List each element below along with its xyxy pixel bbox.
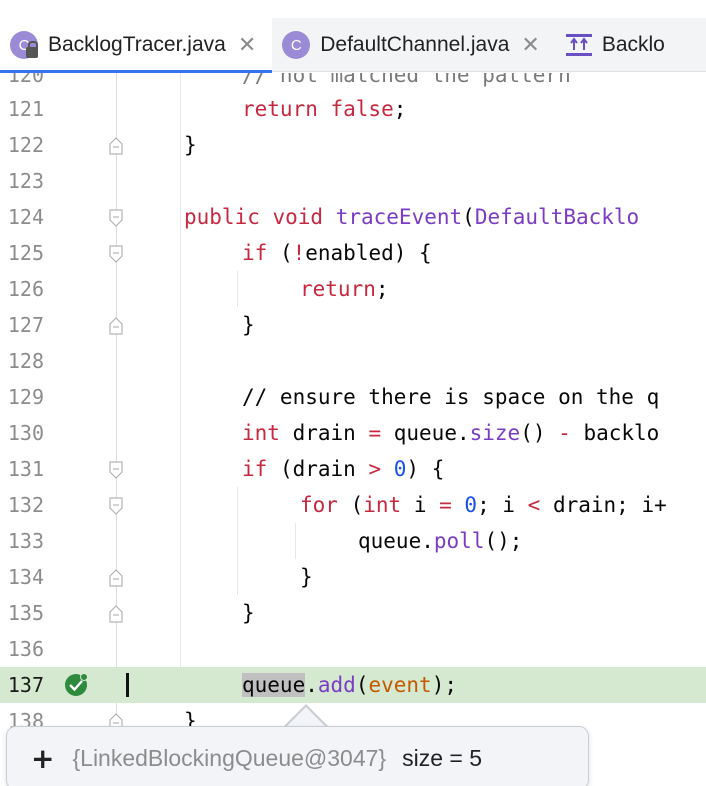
line-number: 122 — [7, 133, 44, 157]
code-comment: // ensure there is space on the q — [242, 385, 660, 409]
tab-label: DefaultChannel.java — [320, 33, 510, 56]
code-text: if (drain > 0) { — [242, 457, 445, 481]
code-text: return; — [300, 277, 389, 301]
current-execution-line[interactable]: 137 queue.add(event); — [0, 667, 706, 703]
fold-end-icon[interactable] — [108, 317, 124, 335]
code-line[interactable]: 136 — [0, 631, 706, 667]
code-line[interactable]: 132 for (int i = 0; i < drain; i+ — [0, 487, 706, 523]
tab-label: Backlo — [601, 33, 665, 56]
tab-label: BacklogTracer.java — [48, 33, 226, 56]
code-line[interactable]: 129 // ensure there is space on the q — [0, 379, 706, 415]
code-line[interactable]: 135 } — [0, 595, 706, 631]
fold-end-icon[interactable] — [108, 569, 124, 587]
debug-value-popup[interactable]: + {LinkedBlockingQueue@3047} size = 5 — [6, 726, 589, 786]
code-text: } — [300, 565, 313, 589]
line-number: 132 — [7, 493, 44, 517]
text-caret — [126, 673, 129, 697]
tab-backlog-structure[interactable]: Backlo — [556, 18, 681, 72]
fold-start-icon[interactable] — [108, 461, 124, 479]
lock-icon — [26, 41, 38, 58]
code-text: return false; — [242, 97, 407, 121]
tab-default-channel[interactable]: C DefaultChannel.java ✕ — [272, 18, 556, 72]
code-line[interactable]: 134 } — [0, 559, 706, 595]
code-line[interactable]: 131 if (drain > 0) { — [0, 451, 706, 487]
line-number: 127 — [7, 313, 44, 337]
code-line[interactable]: 121 return false; — [0, 91, 706, 127]
line-number: 120 — [7, 73, 44, 87]
code-line[interactable]: 125 if (!enabled) { — [0, 235, 706, 271]
line-number: 134 — [7, 565, 44, 589]
fold-start-icon[interactable] — [108, 245, 124, 263]
code-line[interactable]: 120 // not matched the pattern — [0, 73, 706, 93]
code-line[interactable]: 122 } — [0, 127, 706, 163]
code-line[interactable]: 126 return; — [0, 271, 706, 307]
line-number: 129 — [7, 385, 44, 409]
code-text: public void traceEvent(DefaultBacklo — [184, 205, 640, 229]
object-id: {LinkedBlockingQueue@3047} — [72, 744, 387, 771]
java-class-icon: C — [10, 31, 38, 59]
line-number: 126 — [7, 277, 44, 301]
structure-icon — [565, 32, 592, 58]
line-number: 137 — [7, 673, 44, 697]
fold-start-icon[interactable] — [108, 209, 124, 227]
code-text: } — [242, 601, 255, 625]
code-line[interactable]: 124 public void traceEvent(DefaultBacklo — [0, 199, 706, 235]
line-number: 125 — [7, 241, 44, 265]
code-line[interactable]: 123 — [0, 163, 706, 199]
fold-end-icon[interactable] — [108, 137, 124, 155]
line-number: 123 — [7, 169, 44, 193]
collection-size: size = 5 — [402, 744, 483, 771]
line-number: 128 — [7, 349, 44, 373]
line-number: 136 — [7, 637, 44, 661]
line-number: 121 — [7, 97, 44, 121]
close-icon[interactable]: ✕ — [238, 33, 256, 58]
line-number: 131 — [7, 457, 44, 481]
fold-start-icon[interactable] — [108, 497, 124, 515]
code-line[interactable]: 133 queue.poll(); — [0, 523, 706, 559]
editor-tab-bar: C BacklogTracer.java ✕ C DefaultChannel.… — [0, 18, 706, 73]
code-text: queue.poll(); — [358, 529, 523, 553]
code-text: for (int i = 0; i < drain; i+ — [300, 493, 667, 517]
close-icon[interactable]: ✕ — [521, 33, 539, 58]
line-number: 124 — [7, 205, 44, 229]
breakpoint-checked-icon[interactable] — [64, 673, 88, 697]
line-number: 130 — [7, 421, 44, 445]
java-class-icon: C — [282, 31, 311, 59]
code-line[interactable]: 128 — [0, 343, 706, 379]
code-text: // not matched the pattern — [242, 73, 571, 87]
code-text: } — [184, 133, 197, 157]
code-text: } — [242, 313, 255, 337]
code-text: int drain = queue.size() - backlo — [242, 421, 660, 445]
hovered-variable: queue — [242, 673, 306, 697]
code-line[interactable]: 127 } — [0, 307, 706, 343]
expand-icon[interactable]: + — [31, 742, 54, 775]
code-editor[interactable]: 120 // not matched the pattern 121 retur… — [0, 73, 706, 786]
code-text: queue.add(event); — [242, 673, 457, 697]
line-number: 135 — [7, 601, 44, 625]
line-number: 133 — [7, 529, 44, 553]
breadcrumb[interactable] — [0, 0, 706, 14]
fold-end-icon[interactable] — [108, 605, 124, 623]
code-text: if (!enabled) { — [242, 241, 432, 265]
code-line[interactable]: 130 int drain = queue.size() - backlo — [0, 415, 706, 451]
tab-backlog-tracer[interactable]: C BacklogTracer.java ✕ — [0, 18, 273, 73]
